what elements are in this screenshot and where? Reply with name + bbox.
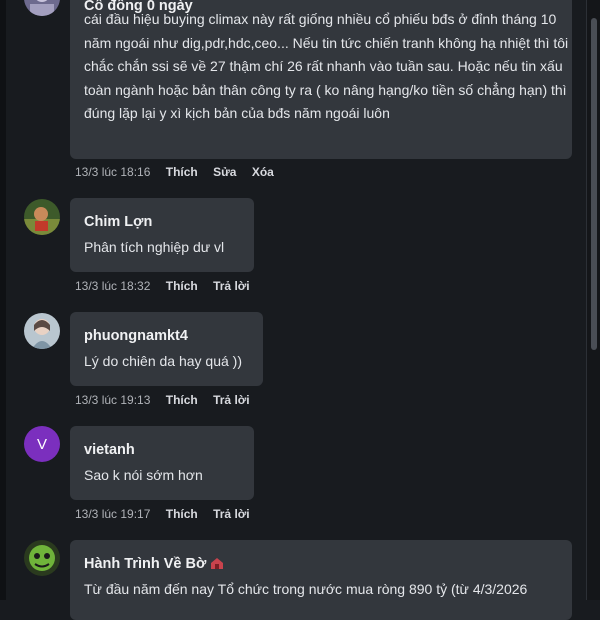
- house-icon: [211, 558, 224, 569]
- left-edge: [0, 0, 6, 600]
- like-button[interactable]: Thích: [166, 507, 198, 521]
- comment-meta: 13/3 lúc 19:13 Thích Trả lời: [75, 393, 262, 407]
- author-name[interactable]: phuongnamkt4: [84, 328, 188, 344]
- author-name[interactable]: Chim Lợn: [84, 214, 152, 230]
- comment-meta: 13/3 lúc 18:32 Thích Trả lời: [75, 279, 262, 293]
- reply-button[interactable]: Trả lời: [213, 279, 250, 293]
- comment-meta: 13/3 lúc 19:17 Thích Trả lời: [75, 507, 262, 521]
- comment-meta: 13/3 lúc 18:16 Thích Sửa Xóa: [75, 165, 286, 179]
- author-avatar[interactable]: [24, 0, 60, 16]
- comment-text: Phân tích nghiệp dư vl: [84, 239, 225, 255]
- timestamp[interactable]: 13/3 lúc 18:32: [75, 279, 150, 293]
- reply-button[interactable]: Trả lời: [213, 507, 250, 521]
- comment-bubble: vietanh Sao k nói sớm hơn: [70, 426, 254, 500]
- author-avatar[interactable]: [24, 540, 60, 576]
- comment-bubble: Chim Lợn Phân tích nghiệp dư vl: [70, 198, 254, 272]
- comment-text: Lý do chiên da hay quá )): [84, 353, 242, 369]
- comment-text: Từ đầu năm đến nay Tổ chức trong nước mu…: [84, 581, 528, 597]
- like-button[interactable]: Thích: [166, 393, 198, 407]
- scrollbar-thumb[interactable]: [591, 18, 597, 350]
- comment-bubble: Cổ đông 0 ngày cái đầu hiệu buying clima…: [70, 0, 572, 159]
- author-name-text: Hành Trình Về Bờ: [84, 556, 207, 572]
- comment-bubble: Hành Trình Về Bờ Từ đầu năm đến nay Tổ c…: [70, 540, 572, 620]
- author-avatar[interactable]: [24, 199, 60, 235]
- comment-text: Sao k nói sớm hơn: [84, 467, 203, 483]
- comment-bubble: phuongnamkt4 Lý do chiên da hay quá )): [70, 312, 263, 386]
- timestamp[interactable]: 13/3 lúc 18:16: [75, 165, 150, 179]
- comment-text: cái đầu hiệu buying climax này rất giống…: [84, 11, 569, 121]
- author-name[interactable]: Hành Trình Về Bờ: [84, 556, 224, 572]
- reply-button[interactable]: Trả lời: [213, 393, 250, 407]
- timestamp[interactable]: 13/3 lúc 19:13: [75, 393, 150, 407]
- like-button[interactable]: Thích: [166, 165, 198, 179]
- like-button[interactable]: Thích: [166, 279, 198, 293]
- delete-button[interactable]: Xóa: [252, 165, 274, 179]
- author-name[interactable]: vietanh: [84, 442, 135, 458]
- author-avatar[interactable]: V: [24, 426, 60, 462]
- timestamp[interactable]: 13/3 lúc 19:17: [75, 507, 150, 521]
- edit-button[interactable]: Sửa: [213, 165, 236, 179]
- author-avatar[interactable]: [24, 313, 60, 349]
